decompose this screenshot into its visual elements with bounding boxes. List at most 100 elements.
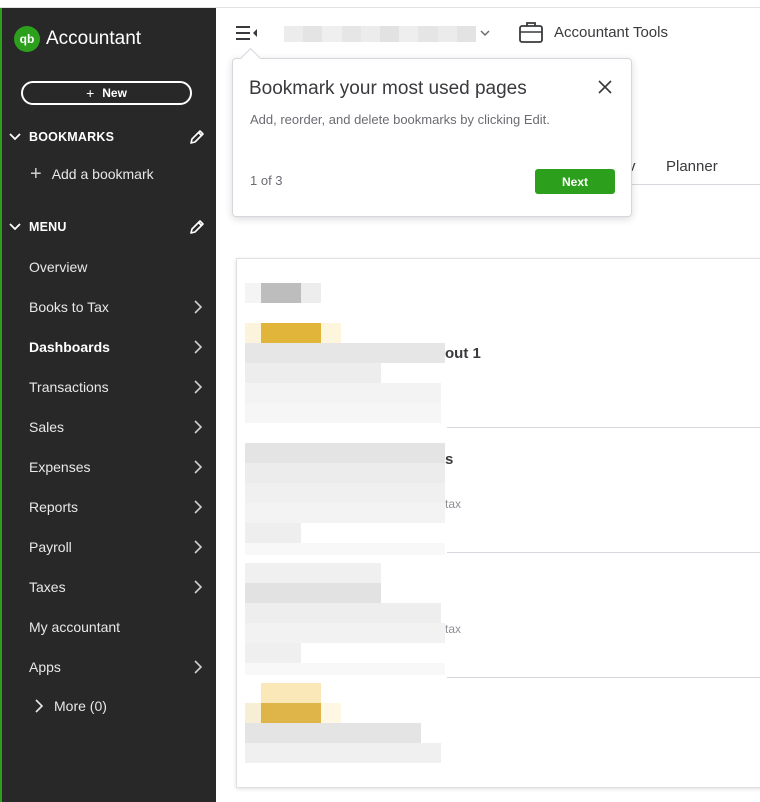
chevron-right-icon <box>194 660 203 674</box>
sidebar-item-overview[interactable]: Overview <box>2 247 216 287</box>
sidebar-item-label: Apps <box>29 659 61 675</box>
popover-step-indicator: 1 of 3 <box>250 173 283 188</box>
redacted-block <box>245 383 441 403</box>
redacted-block <box>245 483 445 503</box>
edit-menu-pencil-icon[interactable] <box>188 218 206 236</box>
redacted-block <box>245 403 441 423</box>
redacted-block <box>245 463 445 483</box>
redacted-block <box>245 603 441 623</box>
redacted-block <box>245 363 381 383</box>
redacted-block <box>245 743 441 763</box>
sidebar-item-label: Sales <box>29 419 65 435</box>
brand[interactable]: qb Accountant <box>14 26 141 52</box>
more-menu[interactable]: More (0) <box>34 698 107 714</box>
redacted-block <box>245 323 261 343</box>
next-button[interactable]: Next <box>535 169 615 194</box>
top-edge <box>0 0 760 8</box>
redacted-block <box>245 543 445 555</box>
sidebar-item-label: Books to Tax <box>29 299 109 315</box>
sidebar-item-label: Overview <box>29 259 88 275</box>
redacted-block <box>245 623 445 643</box>
chevron-right-icon <box>194 460 203 474</box>
redacted-block <box>245 563 381 583</box>
redacted-block <box>245 663 445 675</box>
redacted-block <box>261 703 321 723</box>
chevron-right-icon <box>194 420 203 434</box>
card-row-subtitle: tax <box>445 497 462 511</box>
card-row-subtitle: tax <box>445 622 462 636</box>
menu-header[interactable]: MENU <box>2 212 216 242</box>
sidebar-item-label: Taxes <box>29 579 66 595</box>
redacted-block <box>245 583 381 603</box>
redacted-block <box>245 703 261 723</box>
redacted-block <box>245 523 301 543</box>
sidebar-item-reports[interactable]: Reports <box>2 487 216 527</box>
redacted-block <box>261 683 321 703</box>
sidebar-item-label: Payroll <box>29 539 72 555</box>
redacted-block <box>301 283 321 303</box>
card-row-title: out 1 <box>445 345 481 362</box>
chevron-right-icon <box>194 540 203 554</box>
tab-planner[interactable]: Planner <box>666 158 718 175</box>
accountant-tools-button[interactable]: Accountant Tools <box>518 20 668 44</box>
sidebar-item-taxes[interactable]: Taxes <box>2 567 216 607</box>
sidebar-item-label: Reports <box>29 499 79 515</box>
popover-description: Add, reorder, and delete bookmarks by cl… <box>250 112 550 127</box>
menu-label: MENU <box>29 220 67 234</box>
redacted-block <box>245 283 261 303</box>
add-bookmark-label: Add a bookmark <box>51 166 154 182</box>
accountant-tools-label: Accountant Tools <box>554 23 668 41</box>
redacted-block <box>261 323 321 343</box>
chevron-right-icon <box>194 380 203 394</box>
sidebar-item-dashboards[interactable]: Dashboards <box>2 327 216 367</box>
chevron-down-icon[interactable] <box>479 26 491 40</box>
redacted-block <box>321 703 341 723</box>
left-sidebar: qb Accountant + New BOOKMARKS + Add a bo… <box>0 8 216 802</box>
edit-bookmarks-pencil-icon[interactable] <box>188 128 206 146</box>
plus-icon: + <box>86 85 95 101</box>
new-button-label: New <box>102 86 127 100</box>
redacted-block <box>245 443 445 463</box>
new-button[interactable]: + New <box>21 81 192 105</box>
sidebar-item-label: Expenses <box>29 459 91 475</box>
sidebar-item-label: Dashboards <box>29 339 110 355</box>
chevron-down-icon <box>9 223 21 231</box>
redacted-block <box>261 283 301 303</box>
sidebar-item-label: Transactions <box>29 379 109 395</box>
card-row-title: s <box>445 451 454 468</box>
redacted-block <box>245 343 445 363</box>
add-bookmark[interactable]: + Add a bookmark <box>30 163 154 185</box>
sidebar-item-apps[interactable]: Apps <box>2 647 216 687</box>
plus-icon: + <box>30 163 42 185</box>
sidebar-item-payroll[interactable]: Payroll <box>2 527 216 567</box>
more-label: More (0) <box>54 698 107 714</box>
sidebar-item-transactions[interactable]: Transactions <box>2 367 216 407</box>
chevron-right-icon <box>194 300 203 314</box>
redacted-block <box>245 723 421 743</box>
dashboard-card: out 1 s tax tax <box>236 258 760 788</box>
sidebar-item-sales[interactable]: Sales <box>2 407 216 447</box>
collapse-menu-icon[interactable] <box>234 22 260 44</box>
sidebar-item-books-to-tax[interactable]: Books to Tax <box>2 287 216 327</box>
chevron-right-icon <box>194 500 203 514</box>
divider <box>447 552 760 553</box>
bookmarks-header[interactable]: BOOKMARKS <box>2 122 216 152</box>
brand-name: Accountant <box>46 28 142 49</box>
redacted-block <box>245 643 301 663</box>
redacted-block <box>321 323 341 343</box>
sidebar-item-label: My accountant <box>29 619 121 635</box>
chevron-right-icon <box>35 699 44 713</box>
chevron-down-icon <box>9 133 21 141</box>
sidebar-item-my-accountant[interactable]: My accountant <box>2 607 216 647</box>
chevron-right-icon <box>194 580 203 594</box>
close-icon[interactable] <box>597 79 613 95</box>
company-name-redacted[interactable] <box>284 26 477 42</box>
bookmarks-label: BOOKMARKS <box>29 130 115 144</box>
sidebar-item-expenses[interactable]: Expenses <box>2 447 216 487</box>
popover-title: Bookmark your most used pages <box>249 78 527 99</box>
quickbooks-logo: qb <box>14 26 40 52</box>
redacted-block <box>245 503 445 523</box>
bookmark-tour-popover: Bookmark your most used pages Add, reord… <box>232 58 632 217</box>
divider <box>447 427 760 428</box>
chevron-right-icon <box>194 340 203 354</box>
